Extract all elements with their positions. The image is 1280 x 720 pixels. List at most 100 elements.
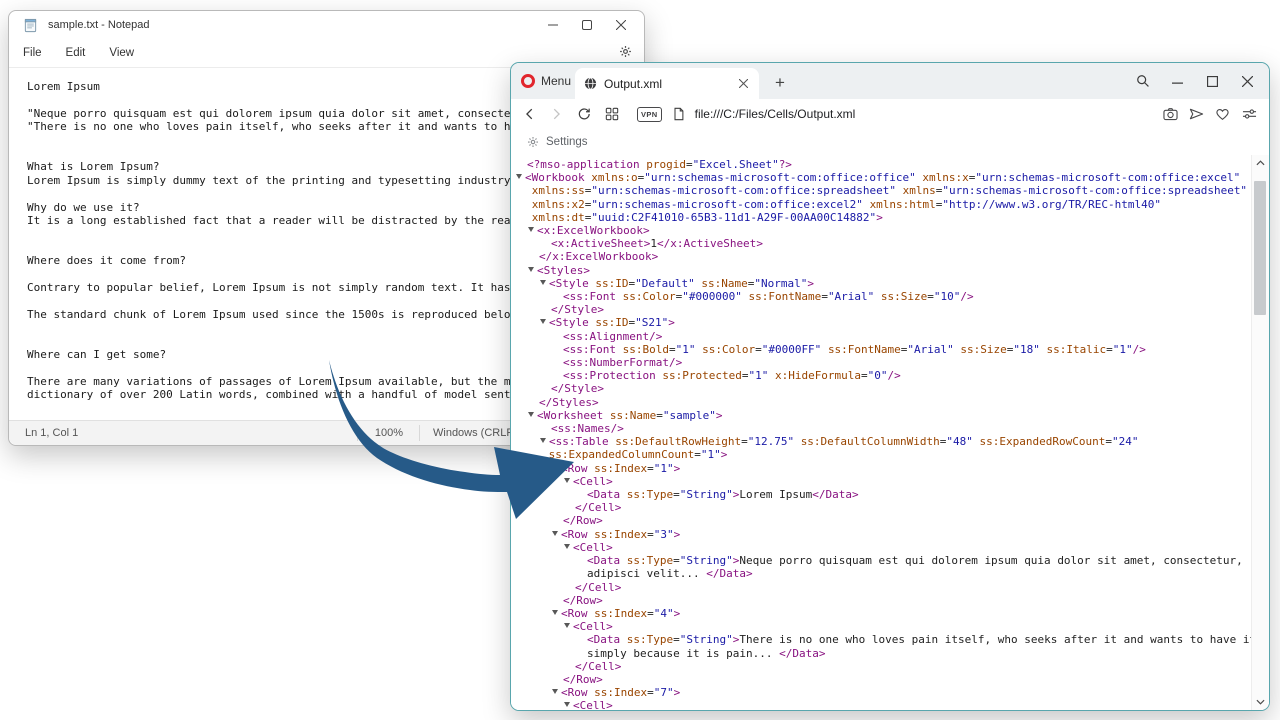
notepad-settings-gear-icon[interactable] (619, 45, 632, 58)
xml-line: <Row ss:Index="3"> (511, 528, 1252, 541)
xml-line: <Cell> (511, 699, 1252, 710)
xml-line: <ss:Protection ss:Protected="1" x:HideFo… (511, 369, 1252, 382)
xml-line: <ss:Font ss:Bold="1" ss:Color="#0000FF" … (511, 343, 1252, 356)
xml-line: <Cell> (511, 475, 1252, 488)
xml-line: xmlns:dt="uuid:C2F41010-65B3-11d1-A29F-0… (511, 211, 1252, 224)
menu-file[interactable]: File (13, 47, 52, 59)
opera-logo-icon (521, 74, 535, 88)
browser-window: Menu Output.xml + VPN (510, 62, 1270, 711)
xml-line: <Cell> (511, 620, 1252, 633)
speed-dial-grid-icon[interactable] (605, 101, 619, 127)
collapse-toggle-icon[interactable] (528, 267, 534, 275)
desktop: sample.txt - Notepad File Edit View Lore… (0, 0, 1280, 720)
browser-maximize-button[interactable] (1195, 63, 1230, 99)
bookmark-settings[interactable]: Settings (546, 136, 588, 148)
browser-close-button[interactable] (1230, 63, 1265, 99)
xml-line: <ss:Names/> (511, 422, 1252, 435)
back-button-icon[interactable] (523, 101, 537, 127)
xml-line: <Worksheet ss:Name="sample"> (511, 409, 1252, 422)
settings-gear-icon (527, 136, 539, 148)
status-cursor-position: Ln 1, Col 1 (25, 421, 78, 445)
tab-output-xml[interactable]: Output.xml (575, 68, 759, 99)
collapse-toggle-icon[interactable] (564, 623, 570, 631)
opera-menu-label: Menu (541, 74, 571, 88)
scrollbar-thumb[interactable] (1254, 181, 1266, 315)
status-zoom-level: 100% (363, 421, 415, 445)
xml-line: <Style ss:ID="Default" ss:Name="Normal"> (511, 277, 1252, 290)
collapse-toggle-icon[interactable] (540, 319, 546, 327)
snapshot-camera-icon[interactable] (1163, 101, 1178, 127)
send-to-device-icon[interactable] (1189, 101, 1204, 127)
xml-line: xmlns:ss="urn:schemas-microsoft-com:offi… (511, 184, 1252, 197)
xml-line: <?mso-application progid="Excel.Sheet"?> (511, 158, 1252, 171)
tab-title: Output.xml (604, 77, 733, 91)
reload-button-icon[interactable] (577, 101, 591, 127)
collapse-toggle-icon[interactable] (540, 438, 546, 446)
notepad-window-title: sample.txt - Notepad (48, 19, 150, 31)
xml-line: <x:ExcelWorkbook> (511, 224, 1252, 237)
collapse-toggle-icon[interactable] (552, 531, 558, 539)
browser-minimize-button[interactable] (1160, 63, 1195, 99)
xml-line: ss:ExpandedColumnCount="1"> (511, 448, 1252, 461)
opera-menu-button[interactable]: Menu (521, 63, 571, 99)
xml-line: </x:ExcelWorkbook> (511, 250, 1252, 263)
bookmark-heart-icon[interactable] (1215, 101, 1230, 127)
collapse-toggle-icon[interactable] (552, 465, 558, 473)
menu-edit[interactable]: Edit (56, 47, 96, 59)
sidebar-tune-icon[interactable] (1242, 101, 1257, 127)
page-document-icon[interactable] (672, 101, 685, 127)
new-tab-button[interactable]: + (767, 70, 793, 96)
collapse-toggle-icon[interactable] (528, 227, 534, 235)
xml-line: </Style> (511, 382, 1252, 395)
xml-line: simply because it is pain... </Data> (511, 647, 1252, 660)
xml-line: </Row> (511, 594, 1252, 607)
xml-line: </Cell> (511, 660, 1252, 673)
forward-button-icon[interactable] (549, 101, 563, 127)
status-line-ending: Windows (CRLF) (433, 421, 517, 445)
collapse-toggle-icon[interactable] (540, 280, 546, 288)
xml-line: <Data ss:Type="String">Lorem Ipsum</Data… (511, 488, 1252, 501)
xml-line: <ss:Table ss:DefaultRowHeight="12.75" ss… (511, 435, 1252, 448)
scroll-up-icon[interactable] (1252, 155, 1269, 171)
xml-line: adipisci velit... </Data> (511, 567, 1252, 580)
collapse-toggle-icon[interactable] (552, 610, 558, 618)
xml-line: <x:ActiveSheet>1</x:ActiveSheet> (511, 237, 1252, 250)
xml-line: </Styles> (511, 396, 1252, 409)
notepad-minimize-button[interactable] (536, 11, 570, 39)
collapse-toggle-icon[interactable] (516, 174, 522, 182)
notepad-maximize-button[interactable] (570, 11, 604, 39)
notepad-titlebar[interactable]: sample.txt - Notepad (9, 11, 644, 39)
bookmarks-bar: Settings (511, 129, 1269, 156)
xml-line: </Style> (511, 303, 1252, 316)
collapse-toggle-icon[interactable] (564, 478, 570, 486)
xml-line: </Cell> (511, 501, 1252, 514)
xml-line: <Style ss:ID="S21"> (511, 316, 1252, 329)
xml-source-tree: <?mso-application progid="Excel.Sheet"?>… (511, 158, 1252, 710)
xml-line: <ss:Alignment/> (511, 330, 1252, 343)
xml-line: </Row> (511, 514, 1252, 527)
xml-line: <Row ss:Index="7"> (511, 686, 1252, 699)
xml-line: <Workbook xmlns:o="urn:schemas-microsoft… (511, 171, 1252, 184)
xml-line: <Row ss:Index="1"> (511, 462, 1252, 475)
tab-favicon-globe-icon (584, 77, 597, 90)
vertical-scrollbar[interactable] (1251, 155, 1269, 710)
xml-line: <Data ss:Type="String">Neque porro quisq… (511, 554, 1252, 567)
collapse-toggle-icon[interactable] (564, 544, 570, 552)
xml-line: <ss:Font ss:Color="#000000" ss:FontName=… (511, 290, 1252, 303)
collapse-toggle-icon[interactable] (552, 689, 558, 697)
xml-line: </Cell> (511, 581, 1252, 594)
address-bar-url[interactable]: file:///C:/Files/Cells/Output.xml (695, 107, 856, 121)
xml-viewer-content: <?mso-application progid="Excel.Sheet"?>… (511, 155, 1269, 710)
menu-view[interactable]: View (99, 47, 144, 59)
xml-line: <ss:NumberFormat/> (511, 356, 1252, 369)
scroll-down-icon[interactable] (1252, 694, 1269, 710)
xml-line: <Styles> (511, 264, 1252, 277)
collapse-toggle-icon[interactable] (564, 702, 570, 710)
tab-close-icon[interactable] (733, 74, 753, 94)
vpn-badge[interactable]: VPN (637, 107, 662, 122)
browser-search-icon[interactable] (1125, 63, 1160, 99)
collapse-toggle-icon[interactable] (528, 412, 534, 420)
browser-tabbar: Menu Output.xml + (511, 63, 1269, 99)
browser-toolbar: VPN file:///C:/Files/Cells/Output.xml (511, 99, 1269, 129)
notepad-close-button[interactable] (604, 11, 638, 39)
